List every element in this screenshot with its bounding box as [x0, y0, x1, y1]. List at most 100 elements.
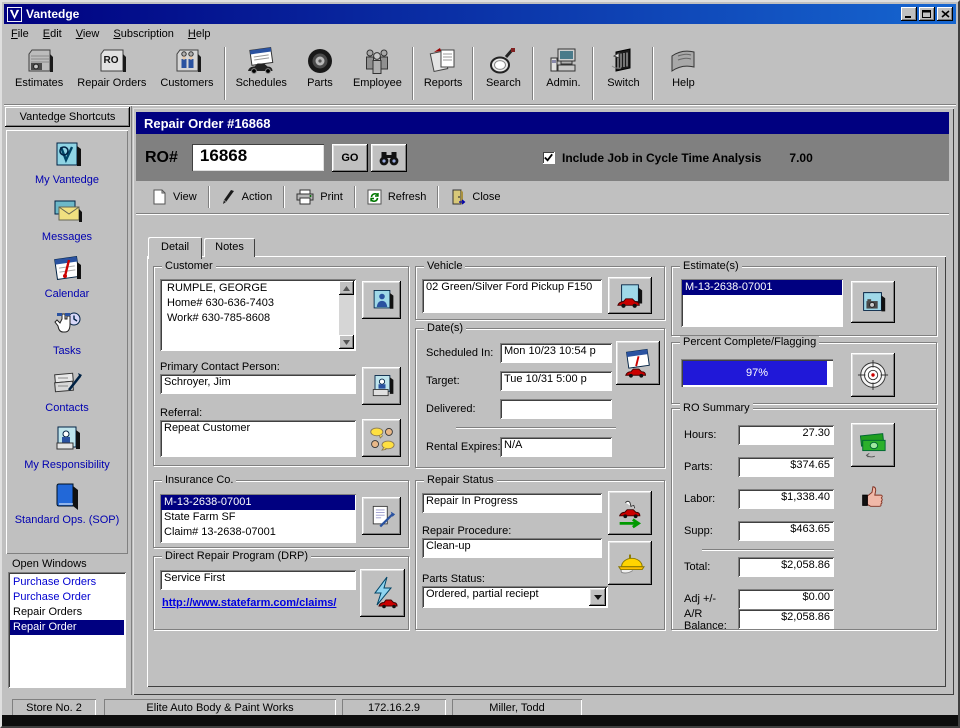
drp-button[interactable]: [360, 569, 405, 617]
ro-number-bar: RO# 16868 GO Include Job in Cycle Time A…: [136, 134, 949, 181]
rental-expires-input[interactable]: N/A: [500, 437, 612, 457]
drp-input[interactable]: Service First: [160, 570, 356, 590]
insurance-item[interactable]: State Farm SF: [161, 510, 355, 525]
money-button[interactable]: [851, 423, 895, 467]
close-ro-button[interactable]: Close: [442, 185, 508, 209]
repair-procedure-button[interactable]: [608, 541, 652, 585]
toolbar-help[interactable]: Help: [657, 43, 709, 104]
referral-button[interactable]: [362, 419, 401, 457]
sidebar-item-messages[interactable]: Messages: [42, 195, 92, 243]
print-button[interactable]: Print: [288, 185, 351, 209]
sidebar-header[interactable]: Vantedge Shortcuts: [5, 107, 130, 127]
insurance-list[interactable]: M-13-2638-07001 State Farm SF Claim# 13-…: [160, 494, 356, 543]
cycle-time-checkbox[interactable]: [542, 151, 555, 164]
ro-number-input[interactable]: 16868: [192, 144, 324, 171]
total-value: $2,058.86: [738, 557, 834, 577]
open-window-item[interactable]: Repair Orders: [10, 605, 124, 620]
tab-detail[interactable]: Detail: [148, 237, 202, 259]
insurance-item[interactable]: Claim# 13-2638-07001: [161, 525, 355, 540]
toolbar-label: Switch: [607, 77, 639, 89]
scheduled-in-label: Scheduled In:: [426, 347, 493, 359]
toolbar-repair-orders[interactable]: RO Repair Orders: [70, 43, 153, 104]
toolbar-parts[interactable]: Parts: [294, 43, 346, 104]
menu-edit[interactable]: Edit: [36, 26, 69, 42]
toolbar-admin[interactable]: Admin.: [537, 43, 589, 104]
toolbar-employee[interactable]: Employee: [346, 43, 409, 104]
toolbar-search[interactable]: Search: [477, 43, 529, 104]
scheduled-in-input[interactable]: Mon 10/23 10:54 p: [500, 343, 612, 363]
minimize-button[interactable]: [901, 7, 917, 21]
customer-info-box[interactable]: RUMPLE, GEORGE Home# 630-636-7403 Work# …: [160, 279, 356, 351]
repair-status-input[interactable]: Repair In Progress: [422, 493, 602, 513]
referral-chat-icon: [368, 425, 396, 451]
referral-input[interactable]: Repeat Customer: [160, 420, 356, 457]
parts-status-dropdown[interactable]: Ordered, partial reciept: [422, 586, 608, 608]
toolbar-reports[interactable]: Reports: [417, 43, 470, 104]
go-button[interactable]: GO: [332, 144, 368, 172]
scroll-up-icon[interactable]: [339, 281, 354, 295]
vehicle-button[interactable]: [608, 277, 652, 314]
close-button[interactable]: [937, 7, 953, 21]
estimates-list[interactable]: M-13-2638-07001: [681, 279, 843, 327]
ro-summary-group-title: RO Summary: [680, 402, 753, 414]
refresh-button[interactable]: Refresh: [359, 185, 435, 209]
main-toolbar: Estimates RO Repair Orders Customers Sch…: [4, 43, 956, 105]
menu-help[interactable]: Help: [181, 26, 218, 42]
vehicle-info-box[interactable]: 02 Green/Silver Ford Pickup F150: [422, 279, 602, 313]
sidebar-item-calendar[interactable]: Calendar: [45, 252, 90, 300]
repair-status-group-title: Repair Status: [424, 474, 497, 486]
action-separator: [283, 186, 285, 208]
repair-order-title-bar: Repair Order #16868: [136, 112, 949, 134]
delivered-input[interactable]: [500, 399, 612, 419]
estimates-button[interactable]: [851, 281, 895, 323]
action-button[interactable]: Action: [213, 185, 281, 209]
open-window-item-selected[interactable]: Repair Order: [10, 620, 124, 635]
menu-view[interactable]: View: [69, 26, 107, 42]
parts-icon: [303, 46, 337, 76]
target-input[interactable]: Tue 10/31 5:00 p: [500, 371, 612, 391]
window-title: Vantedge: [26, 7, 899, 21]
dates-button[interactable]: [616, 341, 660, 385]
menu-subscription[interactable]: Subscription: [106, 26, 181, 42]
open-window-item[interactable]: Purchase Orders: [10, 575, 124, 590]
toolbar-separator: [532, 47, 534, 100]
sidebar-item-contacts[interactable]: Contacts: [45, 366, 88, 414]
customer-scrollbar[interactable]: [339, 281, 354, 349]
scroll-down-icon[interactable]: [339, 335, 354, 349]
primary-contact-input[interactable]: Schroyer, Jim: [160, 374, 356, 394]
sidebar-item-my-responsibility[interactable]: My Responsibility: [24, 423, 110, 471]
customer-detail-button[interactable]: [362, 281, 401, 319]
toolbar-switch[interactable]: Switch: [597, 43, 649, 104]
tab-notes[interactable]: Notes: [204, 238, 255, 257]
view-button[interactable]: View: [144, 185, 205, 209]
parts-label: Parts:: [684, 461, 713, 473]
maximize-button[interactable]: [919, 7, 935, 21]
flagging-button[interactable]: [851, 353, 895, 397]
sidebar-item-tasks[interactable]: Tasks: [49, 309, 85, 357]
menu-file[interactable]: File: [4, 26, 36, 42]
dropdown-arrow-icon[interactable]: [589, 588, 606, 606]
find-button[interactable]: [371, 144, 407, 172]
estimate-item-selected[interactable]: M-13-2638-07001: [682, 280, 842, 295]
my-vantedge-icon: [49, 138, 85, 172]
sidebar-item-label: Tasks: [53, 345, 81, 357]
repair-procedure-label: Repair Procedure:: [422, 525, 511, 537]
open-window-item[interactable]: Purchase Order: [10, 590, 124, 605]
toolbar-customers[interactable]: Customers: [153, 43, 220, 104]
toolbar-schedules[interactable]: Schedules: [229, 43, 294, 104]
schedules-icon: [244, 46, 278, 76]
drp-link[interactable]: http://www.statefarm.com/claims/: [162, 597, 356, 609]
primary-contact-button[interactable]: [362, 367, 401, 405]
my-responsibility-icon: [49, 423, 85, 457]
referral-label: Referral:: [160, 407, 202, 419]
sidebar-item-standard-ops[interactable]: Standard Ops. (SOP): [15, 480, 120, 526]
sidebar-item-my-vantedge[interactable]: My Vantedge: [35, 138, 99, 186]
repair-procedure-input[interactable]: Clean-up: [422, 538, 602, 558]
repair-status-button[interactable]: [608, 491, 652, 535]
toolbar-estimates[interactable]: Estimates: [8, 43, 70, 104]
insurance-button[interactable]: [362, 497, 401, 535]
insurance-item-selected[interactable]: M-13-2638-07001: [161, 495, 355, 510]
toolbar-label: Reports: [424, 77, 463, 89]
toolbar-label: Repair Orders: [77, 77, 146, 89]
sidebar-shortcuts: My Vantedge Messages Calendar Tasks Cont…: [6, 130, 128, 554]
